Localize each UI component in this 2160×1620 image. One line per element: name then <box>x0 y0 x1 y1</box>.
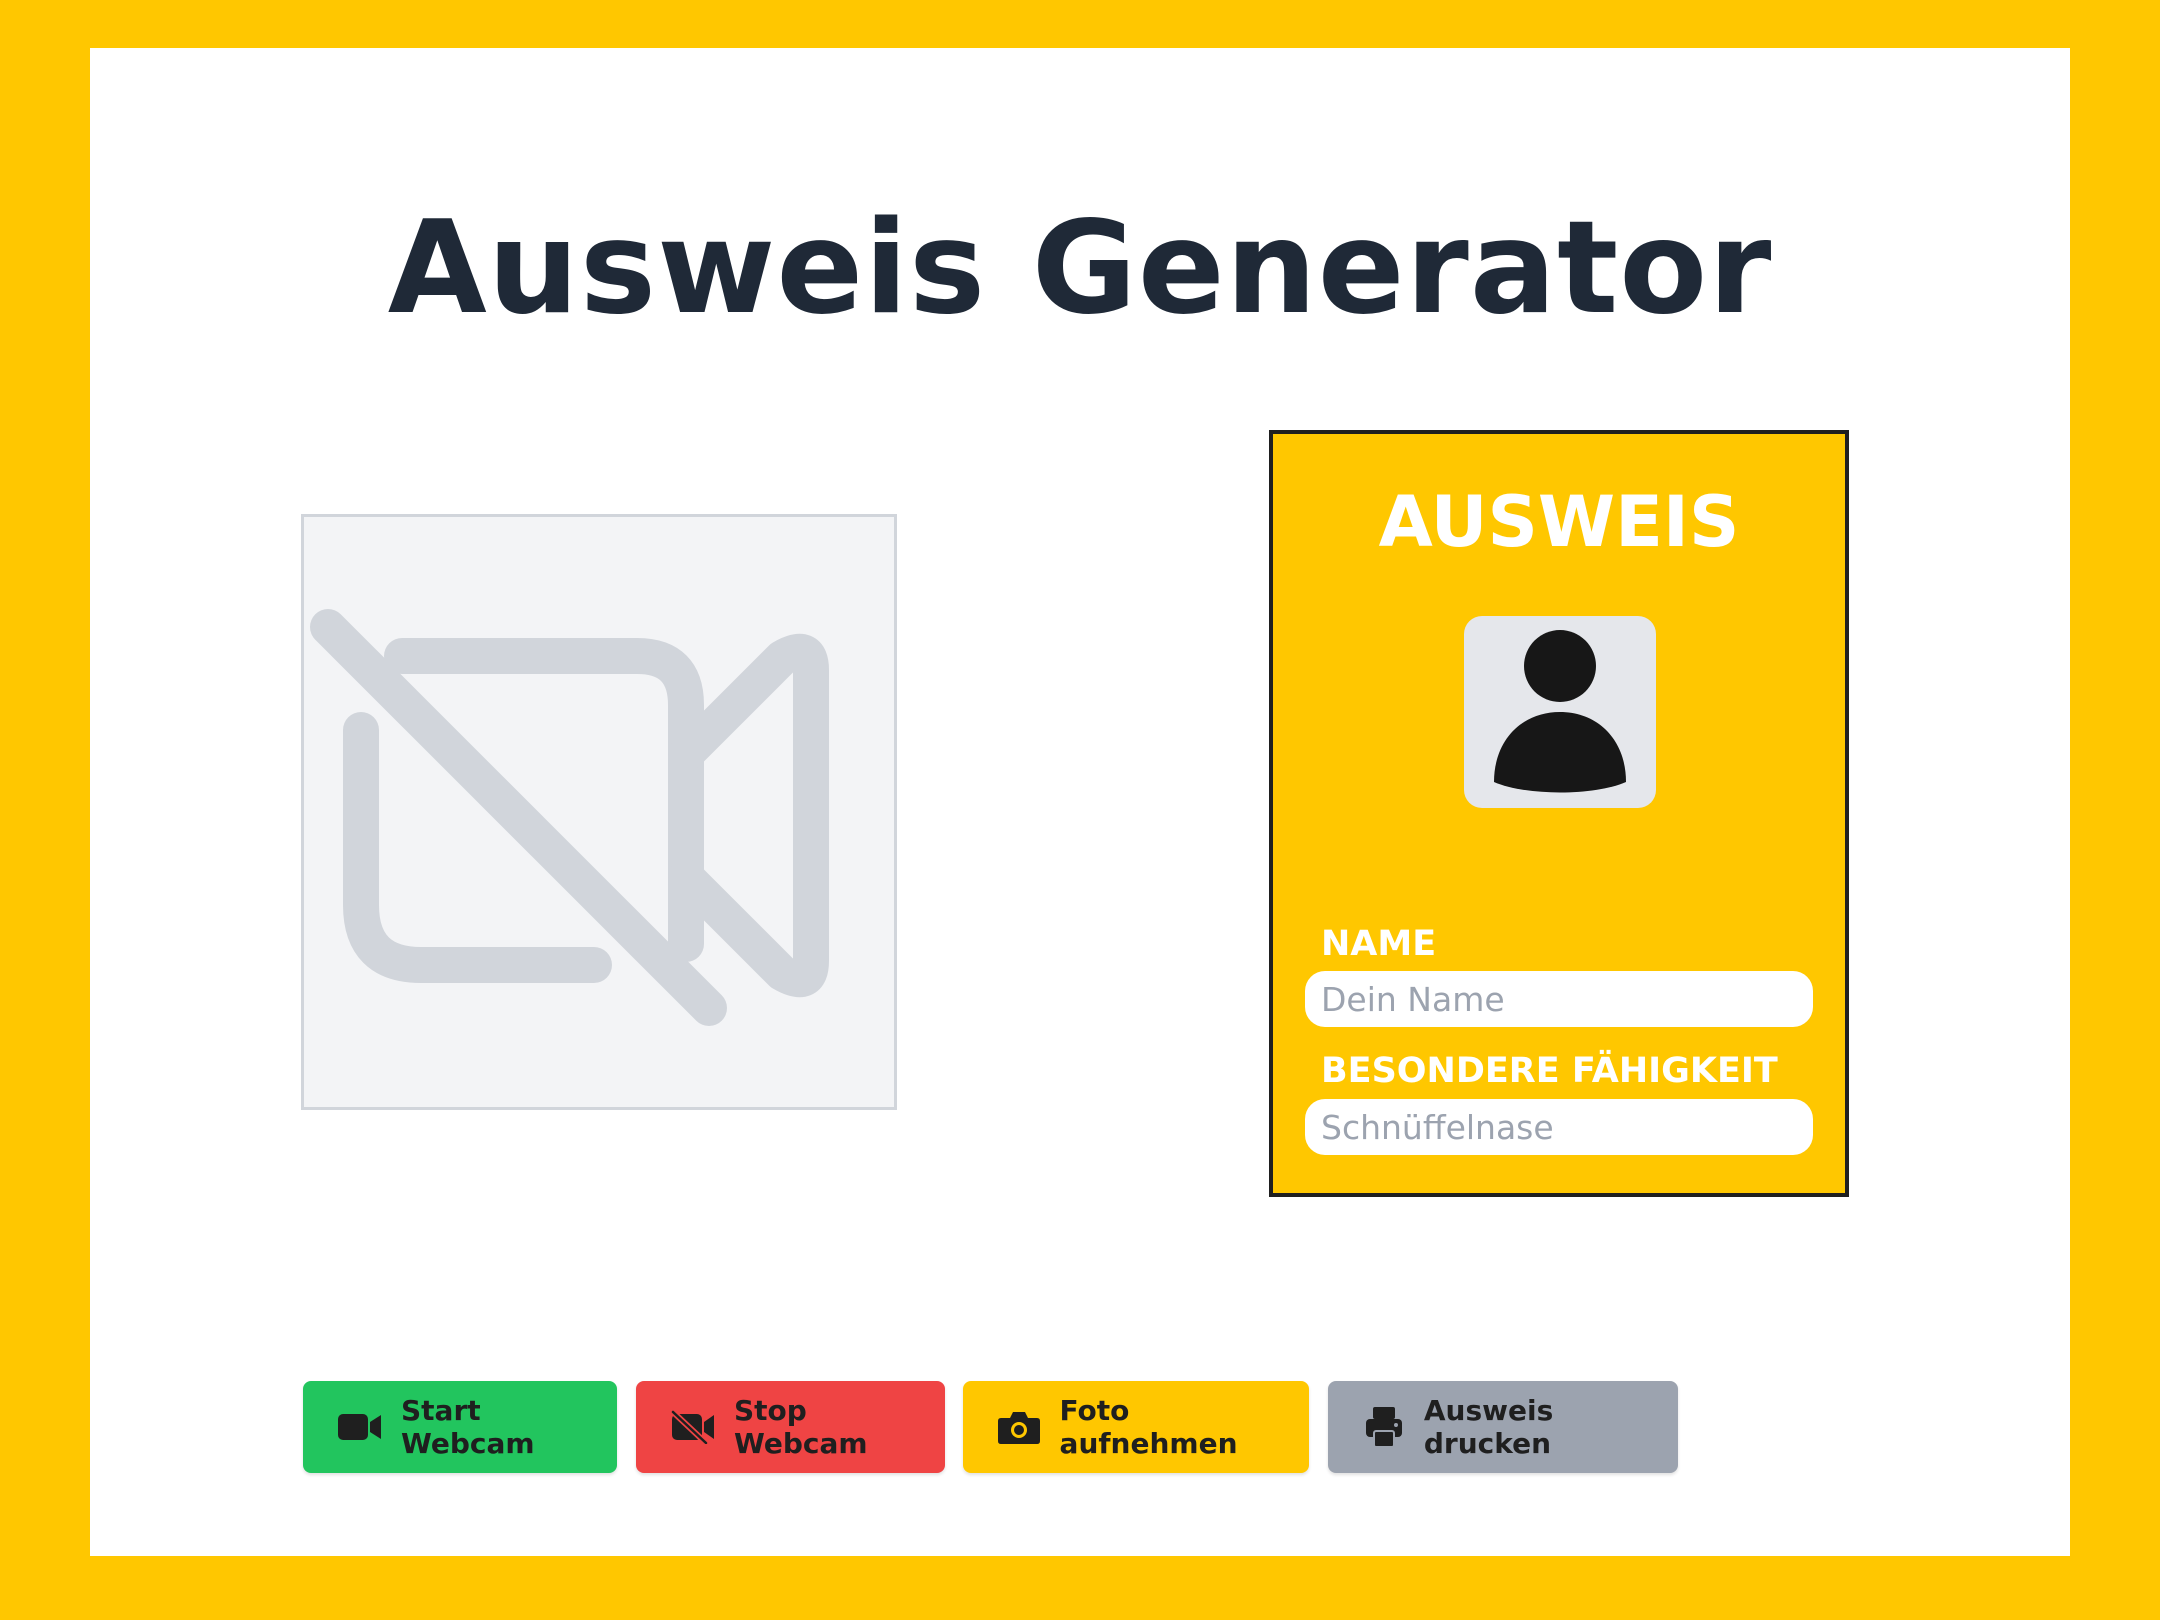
video-off-icon <box>310 609 829 1026</box>
id-card-title: AUSWEIS <box>1378 481 1740 563</box>
name-label: NAME <box>1321 924 1437 964</box>
start-webcam-label: Start Webcam <box>401 1394 535 1460</box>
main-panel: Ausweis Generator AUSWEIS NAME BESONDERE… <box>90 48 2070 1556</box>
start-webcam-button[interactable]: Start Webcam <box>303 1381 617 1473</box>
camera-icon <box>997 1404 1042 1450</box>
page-title: Ausweis Generator <box>387 193 1773 343</box>
take-photo-label: Foto aufnehmen <box>1059 1394 1238 1460</box>
video-camera-icon <box>337 1404 383 1450</box>
ability-label: BESONDERE FÄHIGKEIT <box>1321 1051 1778 1091</box>
id-card: AUSWEIS NAME BESONDERE FÄHIGKEIT <box>1269 430 1849 1197</box>
stop-webcam-label: Stop Webcam <box>734 1394 868 1460</box>
print-id-button[interactable]: Ausweis drucken <box>1328 1381 1678 1473</box>
stop-webcam-button[interactable]: Stop Webcam <box>636 1381 945 1473</box>
print-id-label: Ausweis drucken <box>1423 1394 1554 1460</box>
video-off-icon <box>670 1404 716 1450</box>
user-silhouette-icon <box>1494 630 1626 793</box>
name-input[interactable] <box>1305 971 1813 1027</box>
webcam-preview <box>301 514 897 1110</box>
printer-icon <box>1362 1404 1406 1450</box>
take-photo-button[interactable]: Foto aufnehmen <box>963 1381 1309 1473</box>
ability-input[interactable] <box>1305 1099 1813 1155</box>
id-photo <box>1464 616 1656 808</box>
